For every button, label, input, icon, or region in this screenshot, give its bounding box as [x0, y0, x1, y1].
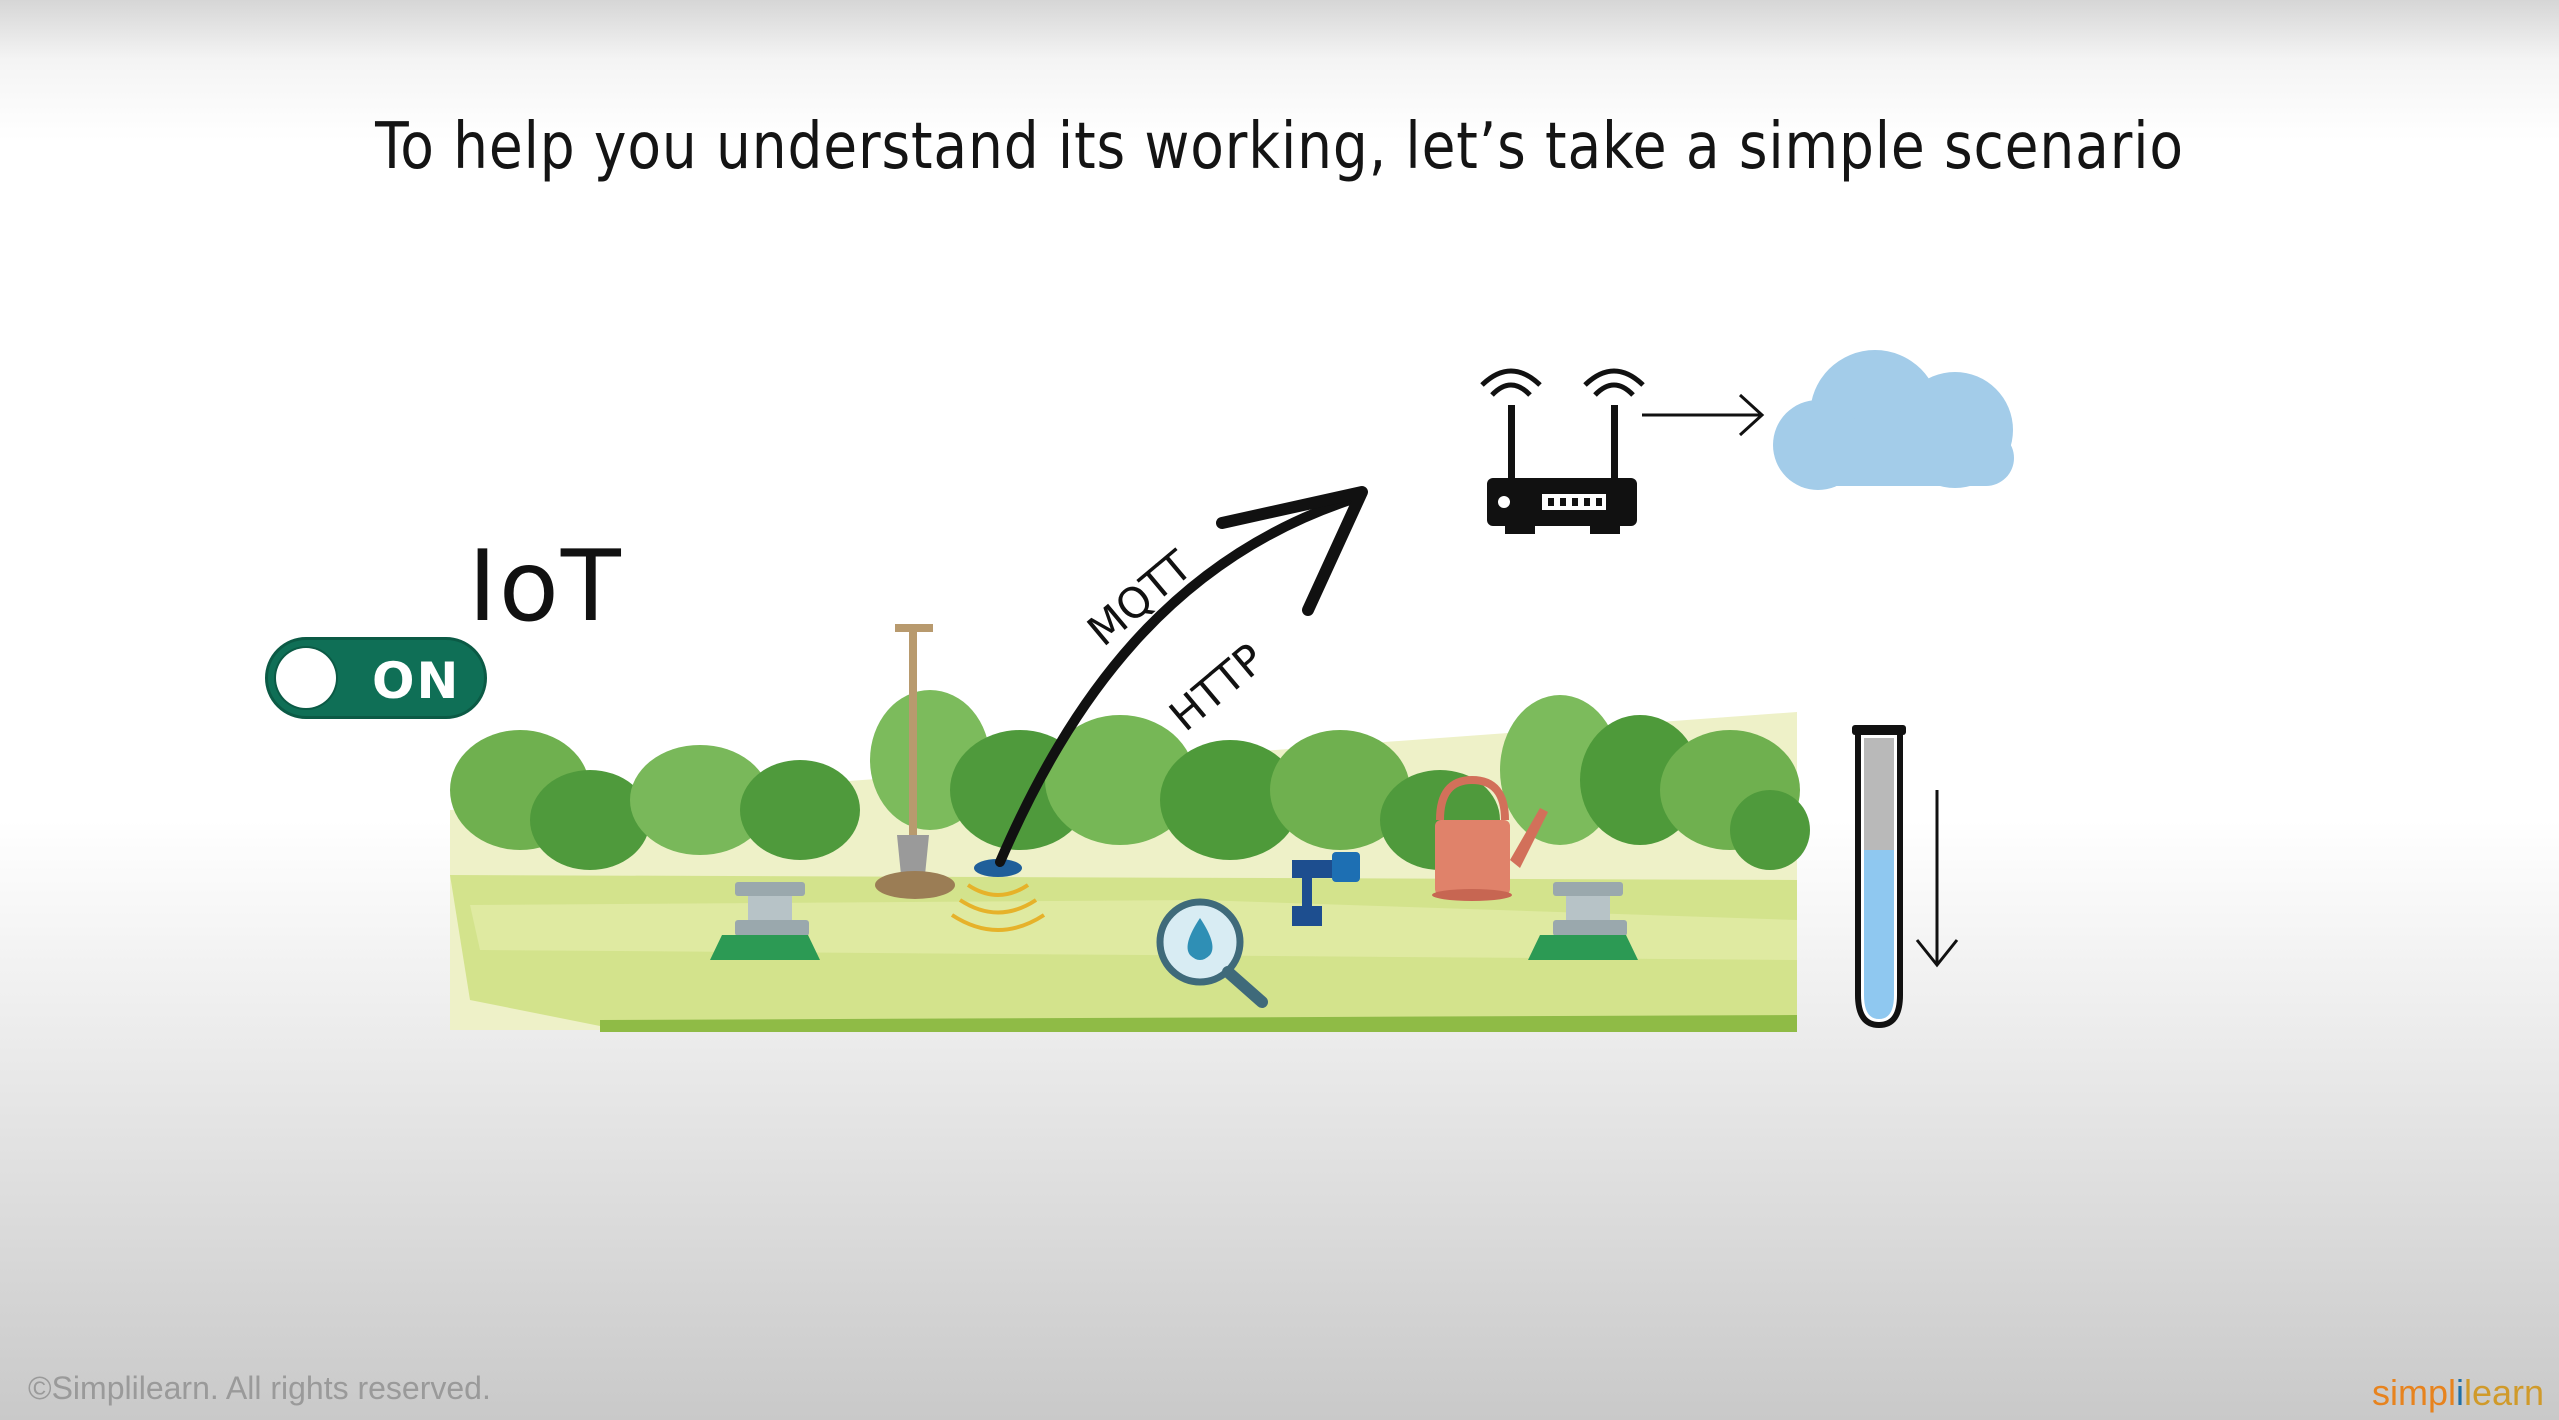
test-tube-icon	[1852, 725, 1906, 1029]
arrow-right-icon	[1642, 393, 1765, 437]
brand-part-1: simpl	[2372, 1372, 2457, 1413]
cloud-icon	[1773, 350, 2014, 490]
wifi-router-icon	[1480, 368, 1645, 534]
arrow-down-icon	[1915, 790, 1959, 968]
garden-scene	[450, 350, 2014, 1032]
brand-logo: simplilearn	[2372, 1372, 2544, 1414]
brand-part-3: learn	[2464, 1372, 2545, 1413]
copyright-text: ©Simplilearn. All rights reserved.	[28, 1370, 491, 1406]
brand-part-2: i	[2456, 1372, 2465, 1413]
